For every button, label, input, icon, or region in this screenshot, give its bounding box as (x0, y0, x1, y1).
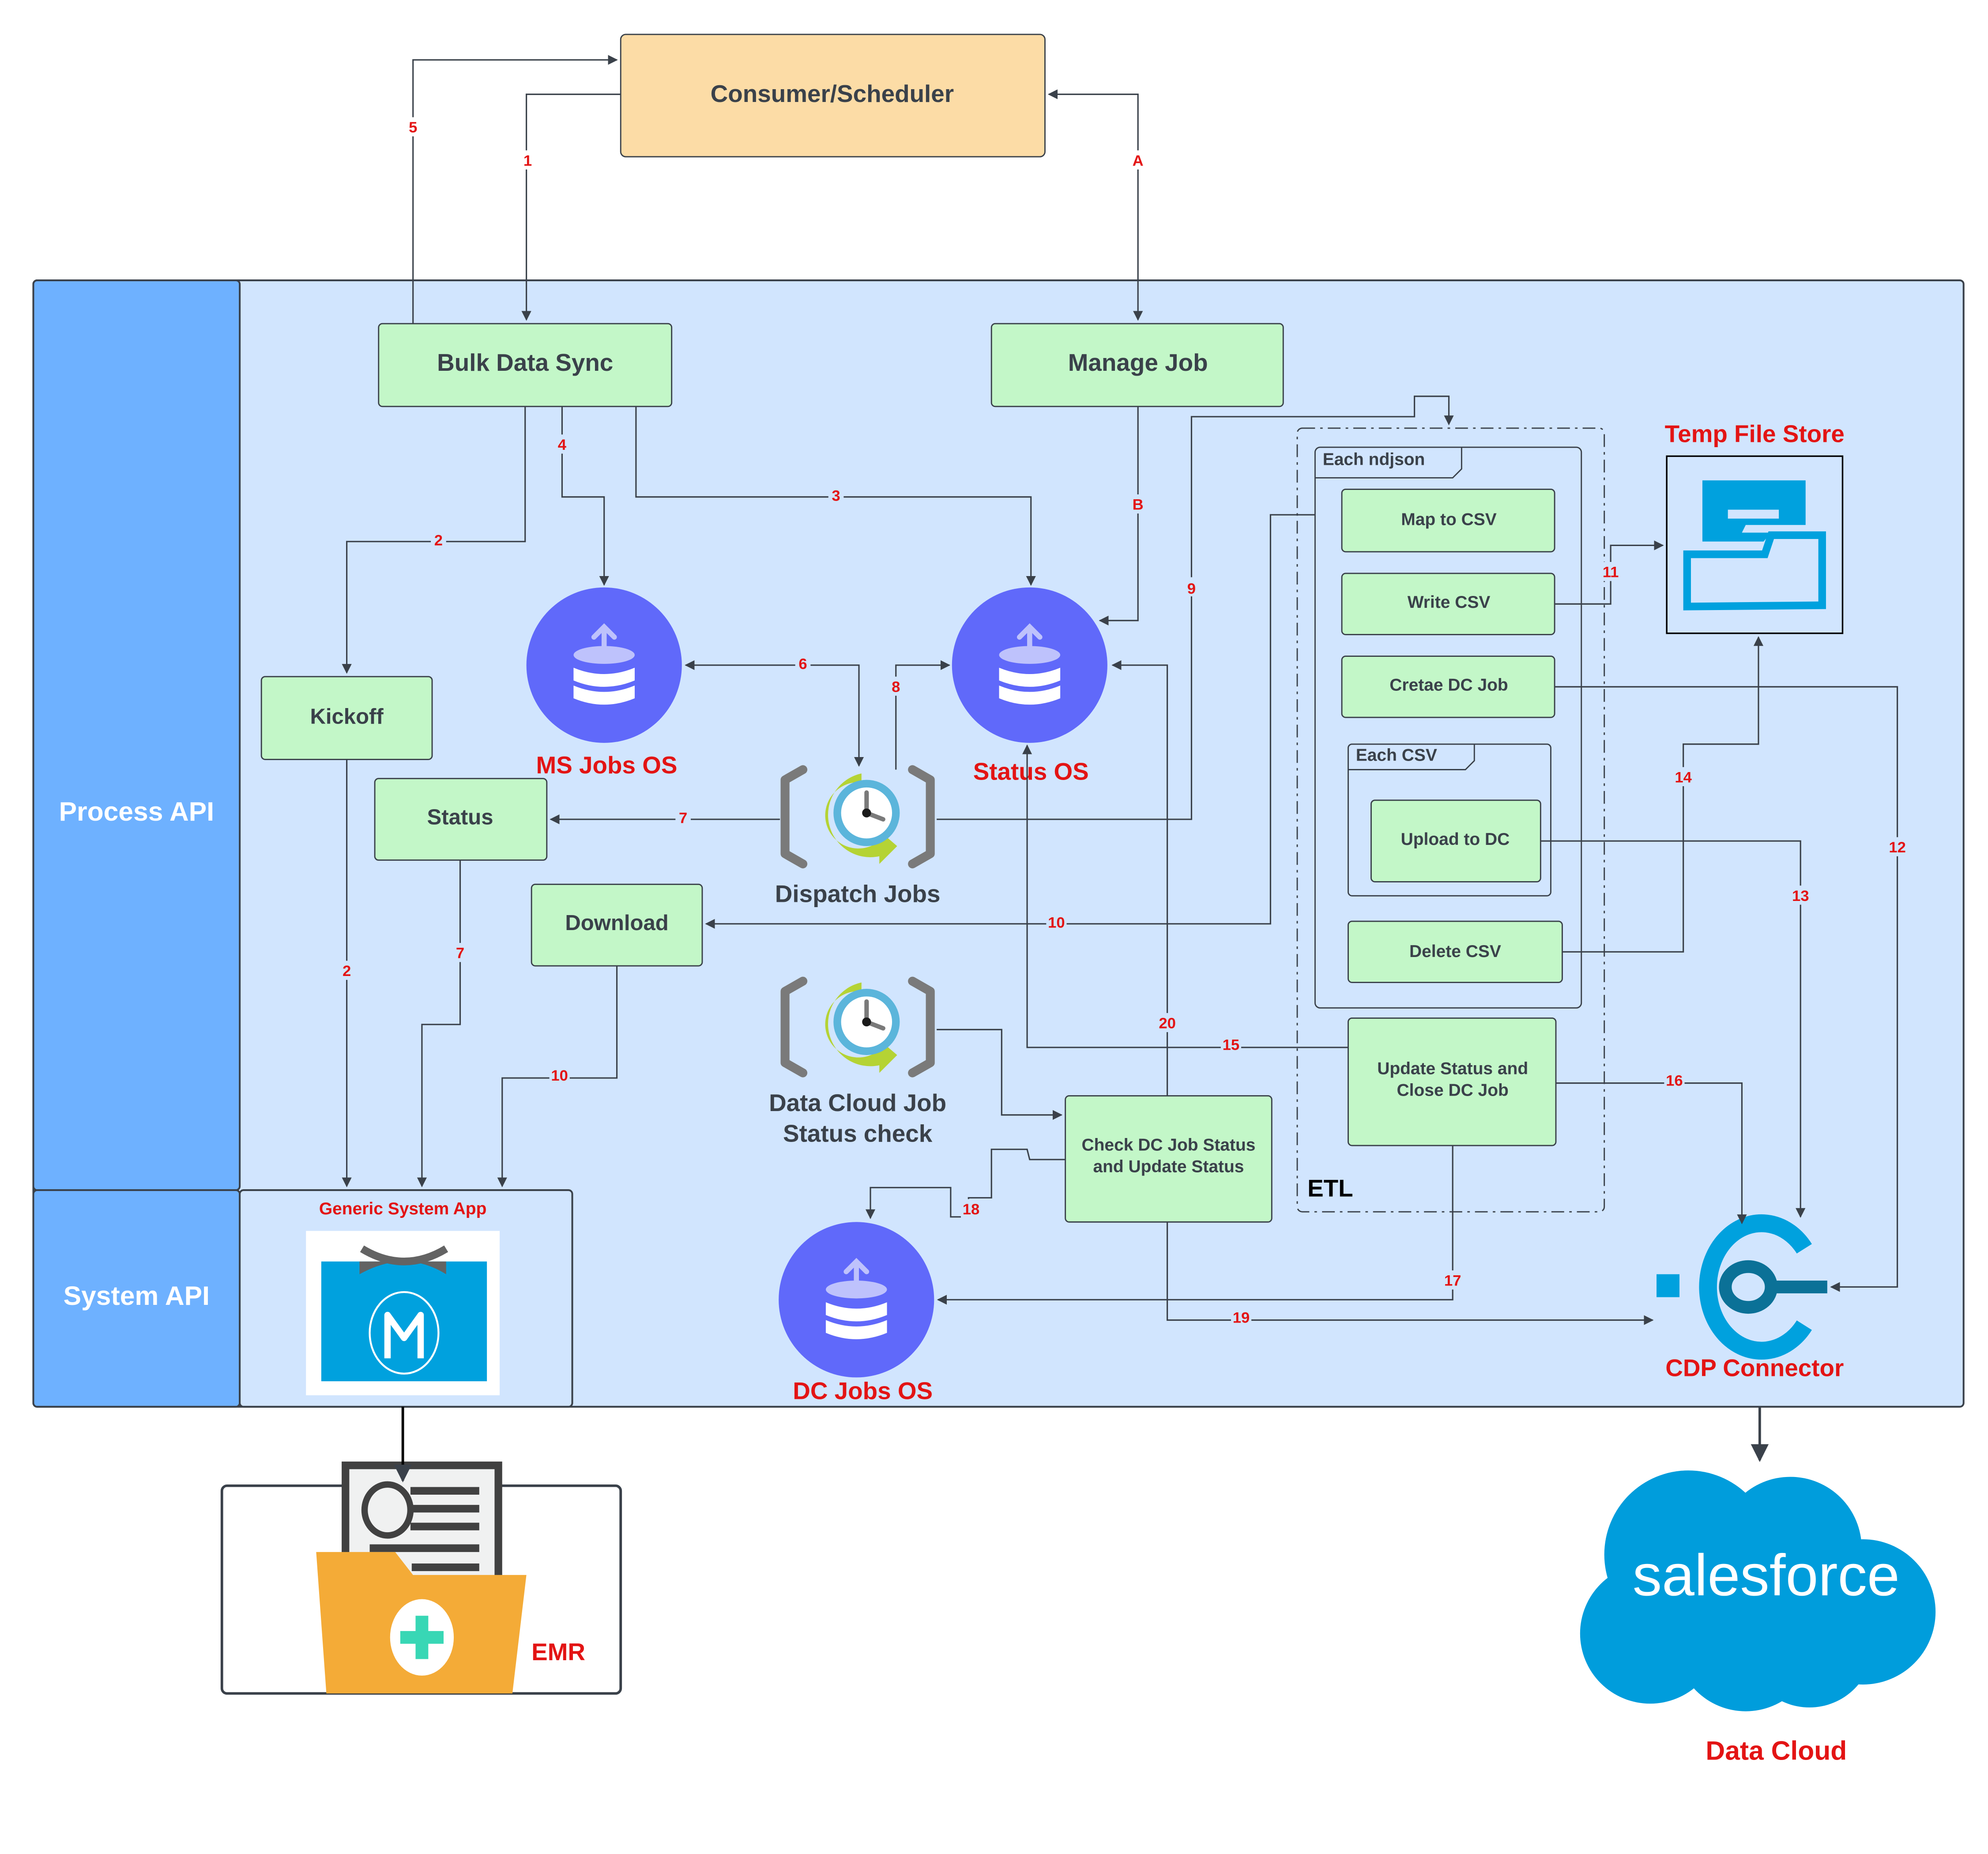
lane-process-api (32, 279, 241, 1191)
edge-label-1: 1 (523, 152, 532, 169)
download-label: Download (565, 911, 668, 935)
edge-label-18: 18 (963, 1201, 980, 1218)
edge-label-B: B (1133, 497, 1144, 513)
medical-record-folder-icon (316, 1461, 527, 1694)
edge-label-6: 6 (798, 656, 807, 672)
update-status-label-1: Update Status and (1377, 1059, 1528, 1078)
etl-label: ETL (1307, 1175, 1353, 1202)
status-os-label: Status OS (973, 758, 1089, 785)
check-dc-job-status-label-1: Check DC Job Status (1081, 1136, 1255, 1155)
bulk-data-sync-node[interactable]: Bulk Data Sync (378, 323, 673, 407)
check-dc-job-status-node[interactable]: Check DC Job Status and Update Status (1065, 1095, 1273, 1223)
dc-jobs-os-label: DC Jobs OS (793, 1377, 933, 1404)
edge-label-16: 16 (1666, 1072, 1683, 1089)
edge-label-5: 5 (409, 119, 417, 136)
map-to-csv-label: Map to CSV (1401, 510, 1496, 529)
edge-label-A: A (1133, 152, 1144, 169)
edge-label-10b: 10 (551, 1067, 568, 1084)
edge-label-4: 4 (558, 437, 567, 453)
lane-system-api-label: System API (64, 1281, 210, 1311)
update-status-close-node[interactable]: Update Status and Close DC Job (1348, 1017, 1557, 1146)
generic-system-app-label: Generic System App (319, 1199, 487, 1218)
edge-label-7a: 7 (679, 810, 687, 827)
status-node[interactable]: Status (374, 778, 548, 861)
salesforce-cloud-logo: salesforce (1580, 1470, 1936, 1711)
consumer-scheduler-label: Consumer/Scheduler (711, 80, 954, 107)
create-dc-job-node[interactable]: Cretae DC Job (1341, 656, 1555, 718)
temp-file-store-label: Temp File Store (1665, 420, 1845, 448)
check-dc-job-status-label-2: and Update Status (1093, 1157, 1244, 1176)
delete-csv-node[interactable]: Delete CSV (1348, 920, 1563, 984)
kickoff-label: Kickoff (310, 705, 384, 729)
each-csv-label: Each CSV (1356, 746, 1437, 765)
upload-to-dc-node[interactable]: Upload to DC (1370, 799, 1541, 882)
cdp-connector-label: CDP Connector (1665, 1354, 1844, 1382)
mulesoft-app-icon (306, 1231, 500, 1395)
edge-label-3: 3 (832, 487, 840, 504)
update-status-label-2: Close DC Job (1397, 1081, 1509, 1100)
write-csv-label: Write CSV (1408, 593, 1491, 612)
edge-label-8: 8 (892, 678, 900, 695)
edge-label-12: 12 (1889, 839, 1906, 856)
edge-label-13: 13 (1792, 888, 1809, 904)
create-dc-job-label: Cretae DC Job (1389, 676, 1508, 695)
edge-label-19: 19 (1233, 1309, 1250, 1326)
upload-to-dc-label: Upload to DC (1401, 830, 1510, 849)
edge-label-10a: 10 (1048, 914, 1065, 931)
dc-jobs-os-node[interactable]: DC Jobs OS (779, 1222, 934, 1404)
edge-label-11: 11 (1603, 564, 1619, 581)
each-ndjson-label: Each ndjson (1323, 450, 1425, 469)
edge-label-2b: 2 (343, 963, 351, 980)
manage-job-node[interactable]: Manage Job (990, 323, 1284, 407)
data-cloud-label: Data Cloud (1706, 1735, 1847, 1765)
architecture-diagram: Process API System API Consumer/Schedule… (32, 34, 1965, 1765)
status-label: Status (427, 806, 493, 829)
delete-csv-label: Delete CSV (1409, 942, 1501, 961)
emr-label: EMR (531, 1638, 585, 1666)
download-node[interactable]: Download (531, 883, 703, 967)
edge-label-9: 9 (1187, 580, 1196, 597)
edge-label-17: 17 (1444, 1273, 1461, 1289)
salesforce-wordmark: salesforce (1633, 1543, 1900, 1608)
ms-jobs-os-label: MS Jobs OS (536, 751, 678, 779)
dispatch-jobs-label: Dispatch Jobs (775, 880, 941, 908)
edge-label-14: 14 (1675, 769, 1692, 786)
dc-job-status-check-label-2: Status check (783, 1119, 933, 1147)
edge-label-7b: 7 (456, 945, 464, 962)
dc-job-status-check-label-1: Data Cloud Job (769, 1089, 946, 1116)
emr-node[interactable]: EMR (220, 1461, 622, 1695)
kickoff-node[interactable]: Kickoff (260, 676, 433, 760)
manage-job-label: Manage Job (1068, 349, 1208, 376)
lane-process-api-label: Process API (59, 796, 215, 826)
map-to-csv-node[interactable]: Map to CSV (1341, 489, 1555, 553)
edge-label-20: 20 (1159, 1015, 1176, 1032)
write-csv-node[interactable]: Write CSV (1341, 573, 1555, 635)
salesforce-data-cloud-node[interactable]: salesforce Data Cloud (1580, 1470, 1936, 1765)
consumer-scheduler-node[interactable]: Consumer/Scheduler (620, 34, 1046, 158)
edge-label-15: 15 (1223, 1037, 1240, 1054)
bulk-data-sync-label: Bulk Data Sync (437, 349, 613, 376)
generic-system-app-node[interactable]: Generic System App (239, 1189, 573, 1408)
edge-label-2a: 2 (434, 532, 443, 549)
